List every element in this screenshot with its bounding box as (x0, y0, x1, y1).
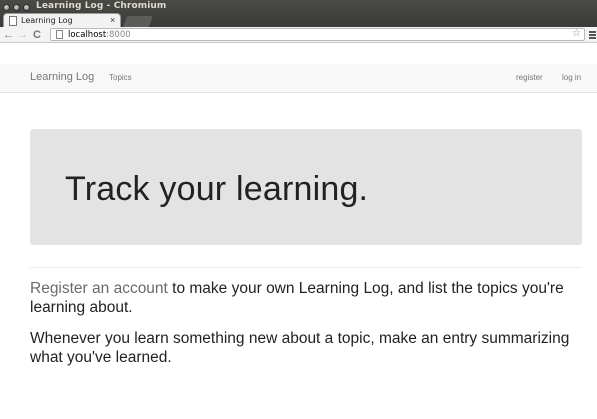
divider (30, 267, 582, 268)
window-titlebar: Learning Log - Chromium Learning Log × (0, 0, 597, 28)
url-port: :8000 (106, 30, 131, 40)
brand-link[interactable]: Learning Log (30, 71, 94, 83)
jumbotron: Track your learning. (30, 129, 582, 245)
nav-register-link[interactable]: register (516, 73, 543, 82)
url-text[interactable]: localhost:8000 (68, 29, 131, 41)
page-icon (56, 30, 63, 39)
url-host: localhost (68, 30, 107, 40)
address-bar[interactable]: localhost:8000 ☆ (50, 28, 585, 41)
intro-paragraph: Register an account to make your own Lea… (30, 279, 590, 317)
browser-tab[interactable]: Learning Log × (3, 13, 121, 28)
window-close-button[interactable] (3, 4, 10, 11)
site-navbar: Learning Log Topics register log in (0, 64, 597, 93)
window-maximize-button[interactable] (23, 4, 30, 11)
page-icon (9, 16, 17, 26)
nav-login-link[interactable]: log in (562, 73, 581, 82)
register-account-link[interactable]: Register an account (30, 280, 168, 297)
forward-icon[interactable]: → (17, 28, 28, 42)
menu-icon[interactable] (589, 31, 596, 39)
window-minimize-button[interactable] (13, 4, 20, 11)
bookmark-star-icon[interactable]: ☆ (572, 28, 581, 39)
tab-close-icon[interactable]: × (110, 15, 115, 25)
browser-toolbar: ← → C localhost:8000 ☆ (0, 27, 597, 43)
back-icon[interactable]: ← (3, 28, 14, 42)
page-heading: Track your learning. (65, 170, 369, 208)
new-tab-button[interactable] (122, 16, 154, 27)
entry-paragraph: Whenever you learn something new about a… (30, 330, 570, 366)
reload-icon[interactable]: C (33, 28, 41, 42)
window-title: Learning Log - Chromium (36, 1, 167, 11)
nav-topics-link[interactable]: Topics (109, 73, 132, 82)
tab-title: Learning Log (21, 16, 73, 25)
